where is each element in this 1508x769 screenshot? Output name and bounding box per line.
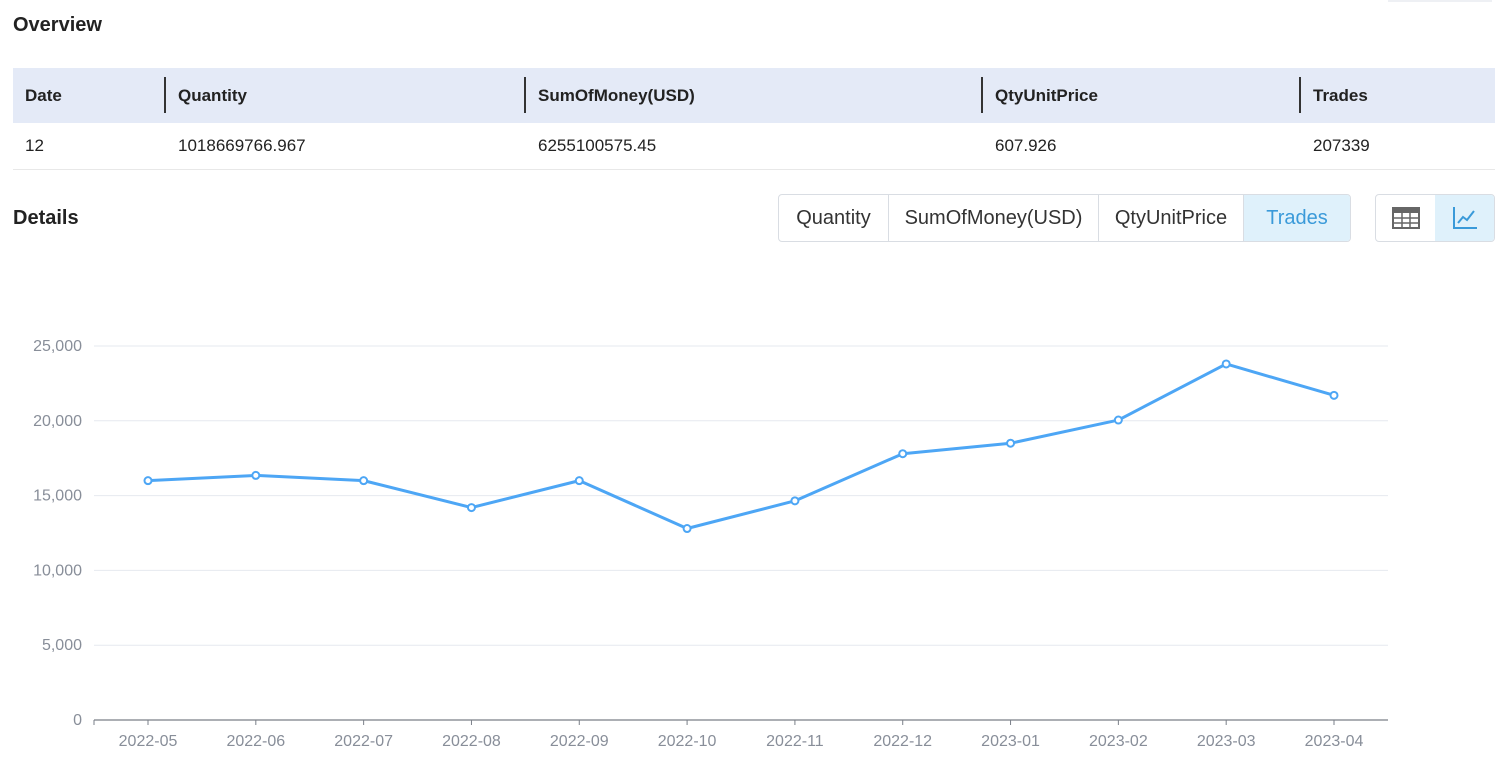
y-tick-label: 20,000 bbox=[33, 413, 82, 430]
data-point bbox=[1221, 359, 1231, 369]
data-point bbox=[790, 496, 800, 506]
x-tick-label: 2022-08 bbox=[442, 733, 501, 750]
table-row: 12 1018669766.967 6255100575.45 607.926 … bbox=[13, 123, 1495, 170]
y-tick-label: 0 bbox=[73, 712, 82, 729]
cell-date: 12 bbox=[25, 136, 44, 155]
data-point bbox=[359, 476, 369, 486]
y-tick-label: 10,000 bbox=[33, 562, 82, 579]
x-tick-label: 2022-05 bbox=[119, 733, 178, 750]
column-header-qtyunitprice: QtyUnitPrice bbox=[995, 85, 1098, 105]
tab-trades[interactable]: Trades bbox=[1244, 195, 1350, 241]
cell-sumofmoney: 6255100575.45 bbox=[538, 136, 657, 155]
data-point bbox=[466, 503, 476, 513]
trades-line-chart: 0 5,000 10,000 15,000 20,000 25,000 2022-05 202… bbox=[33, 338, 1388, 750]
x-tick-label: 2022-12 bbox=[873, 733, 932, 750]
overview-table: Date Quantity SumOfMoney(USD) QtyUnitPri… bbox=[13, 68, 1495, 170]
table-icon bbox=[1391, 207, 1420, 229]
cell-quantity: 1018669766.967 bbox=[178, 136, 306, 155]
data-point bbox=[898, 449, 908, 459]
column-header-quantity: Quantity bbox=[178, 85, 247, 105]
x-tick-label: 2023-04 bbox=[1305, 733, 1364, 750]
view-toggle-group bbox=[1375, 194, 1495, 242]
data-point bbox=[1113, 415, 1123, 425]
data-point bbox=[143, 476, 153, 486]
column-divider bbox=[981, 77, 983, 113]
cell-trades: 207339 bbox=[1313, 136, 1370, 155]
x-tick-label: 2023-02 bbox=[1089, 733, 1148, 750]
data-point bbox=[1329, 390, 1339, 400]
y-tick-label: 5,000 bbox=[42, 637, 82, 654]
x-tick-label: 2023-03 bbox=[1197, 733, 1256, 750]
x-tick-label: 2023-01 bbox=[981, 733, 1040, 750]
cell-qtyunitprice: 607.926 bbox=[995, 136, 1057, 155]
table-view-button[interactable] bbox=[1376, 195, 1435, 241]
data-point bbox=[251, 470, 261, 480]
overview-title: Overview bbox=[13, 14, 102, 36]
x-tick-label: 2022-10 bbox=[658, 733, 717, 750]
x-tick-label: 2022-09 bbox=[550, 733, 609, 750]
tab-qtyunitprice[interactable]: QtyUnitPrice bbox=[1099, 195, 1244, 241]
details-title: Details bbox=[13, 207, 79, 229]
data-point bbox=[1006, 438, 1016, 448]
column-header-date: Date bbox=[25, 85, 62, 105]
x-tick-label: 2022-11 bbox=[766, 733, 824, 750]
data-point bbox=[682, 524, 692, 534]
tab-sumofmoney[interactable]: SumOfMoney(USD) bbox=[889, 195, 1099, 241]
column-header-sumofmoney: SumOfMoney(USD) bbox=[538, 85, 695, 105]
column-divider bbox=[164, 77, 166, 113]
series-line bbox=[147, 362, 1335, 531]
y-tick-label: 25,000 bbox=[33, 338, 82, 355]
x-tick-label: 2022-06 bbox=[226, 733, 285, 750]
y-tick-label: 15,000 bbox=[33, 488, 82, 505]
metric-tab-group: Quantity SumOfMoney(USD) QtyUnitPrice Tr… bbox=[778, 194, 1351, 242]
tab-quantity[interactable]: Quantity bbox=[779, 195, 889, 241]
column-header-trades: Trades bbox=[1313, 85, 1368, 105]
x-tick-label: 2022-07 bbox=[334, 733, 393, 750]
top-edge-decoration bbox=[1388, 0, 1492, 2]
column-divider bbox=[524, 77, 526, 113]
line-chart-icon bbox=[1452, 207, 1477, 229]
overview-table-header: Date Quantity SumOfMoney(USD) QtyUnitPri… bbox=[13, 68, 1495, 123]
data-point bbox=[574, 476, 584, 486]
chart-view-button[interactable] bbox=[1435, 195, 1494, 241]
column-divider bbox=[1299, 77, 1301, 113]
